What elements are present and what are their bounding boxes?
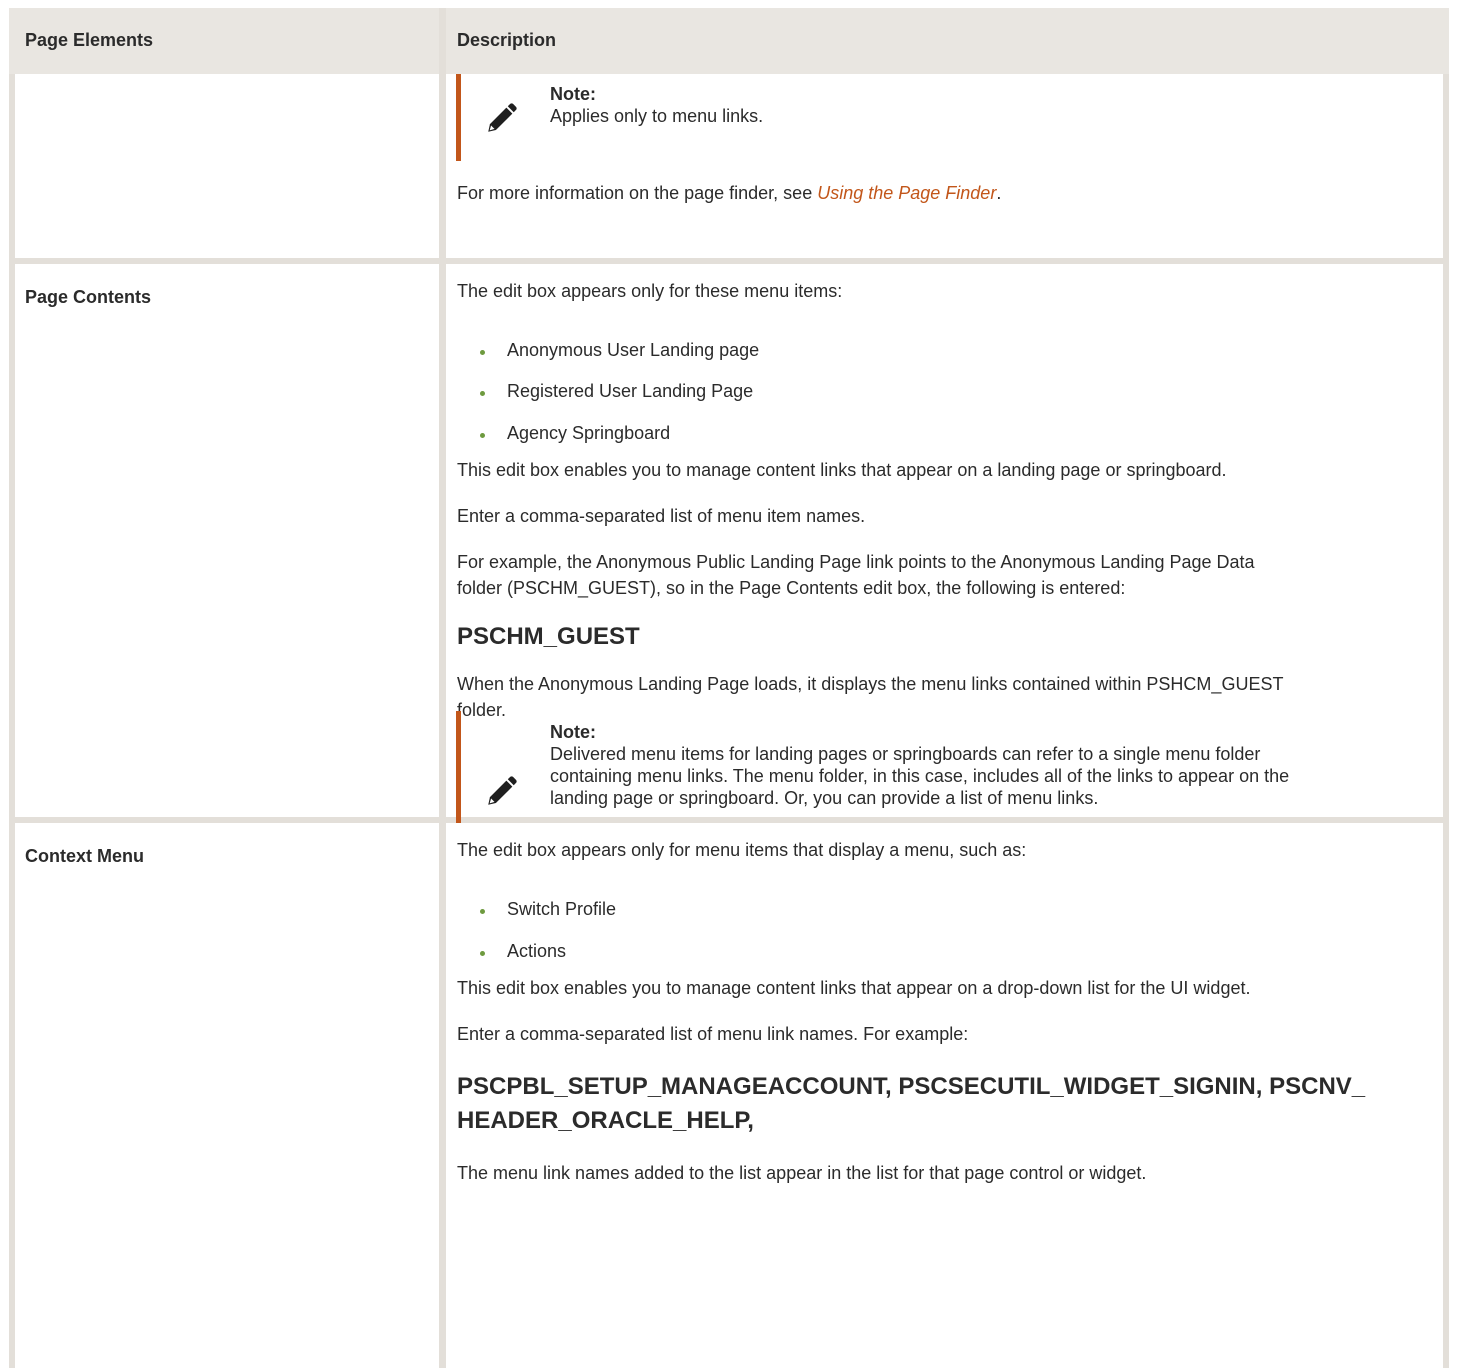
list-item: Agency Springboard [507,423,671,443]
row2-paragraph: Enter a comma-separated list of menu ite… [457,506,866,526]
header-cell-page-elements: Page Elements [9,8,439,74]
pencil-icon [488,103,517,132]
using-page-finder-link[interactable]: Using the Page Finder [817,183,996,203]
row2-element-cell: Page Contents [15,264,439,817]
bullet-dot [480,391,485,396]
code-sample: HEADER_ORACLE_HELP, [457,1107,754,1134]
page-finder-period: . [996,183,1002,203]
row2-note [446,701,1443,861]
bullet-dot [480,433,485,438]
list-item: Actions [507,941,567,961]
list-item: Switch Profile [507,899,617,919]
row2-intro: The edit box appears only for these menu… [457,281,843,301]
row1-element-cell [15,74,439,258]
row3-paragraph: Enter a comma-separated list of menu lin… [457,1024,969,1044]
list-item: Anonymous User Landing page [507,340,760,360]
note-title: Note: [550,84,596,104]
bullet-dot [480,909,485,914]
page-finder-paragraph: For more information on the page finder,… [457,180,1001,207]
code-sample: PSCPBL_SETUP_MANAGEACCOUNT, PSCSECUTIL_W… [457,1073,1366,1100]
column-header-description: Description [457,30,557,50]
note-text: Applies only to menu links. [550,106,764,126]
note-accent-bar [456,74,461,161]
row3-label-context-menu: Context Menu [25,846,144,866]
bullet-dot [480,350,485,355]
row2-after-code: When the Anonymous Landing Page loads, i… [457,674,1284,694]
row2-paragraph: folder (PSCHM_GUEST), so in the Page Con… [457,578,1126,598]
row3-paragraph: This edit box enables you to manage cont… [457,978,1251,998]
row3-description-cell: The edit box appears only for menu items… [446,823,1443,1368]
row3-element-cell: Context Menu [15,823,439,1368]
code-sample: PSCHM_GUEST [457,623,640,650]
row2-label-page-contents: Page Contents [25,287,152,307]
page-elements-table: Page Elements Description Note: Applies … [9,8,1449,1368]
page-finder-text: For more information on the page finder,… [457,183,818,203]
row1-description-cell: Note: Applies only to menu links. For mo… [446,74,1443,258]
bullet-dot [480,951,485,956]
column-header-page-elements: Page Elements [25,30,154,50]
row2-paragraph: This edit box enables you to manage cont… [457,460,1227,480]
row2-paragraph: For example, the Anonymous Public Landin… [457,552,1255,572]
row3-closing: The menu link names added to the list ap… [457,1163,1147,1183]
list-item: Registered User Landing Page [507,381,754,401]
header-cell-description: Description [446,8,1449,74]
